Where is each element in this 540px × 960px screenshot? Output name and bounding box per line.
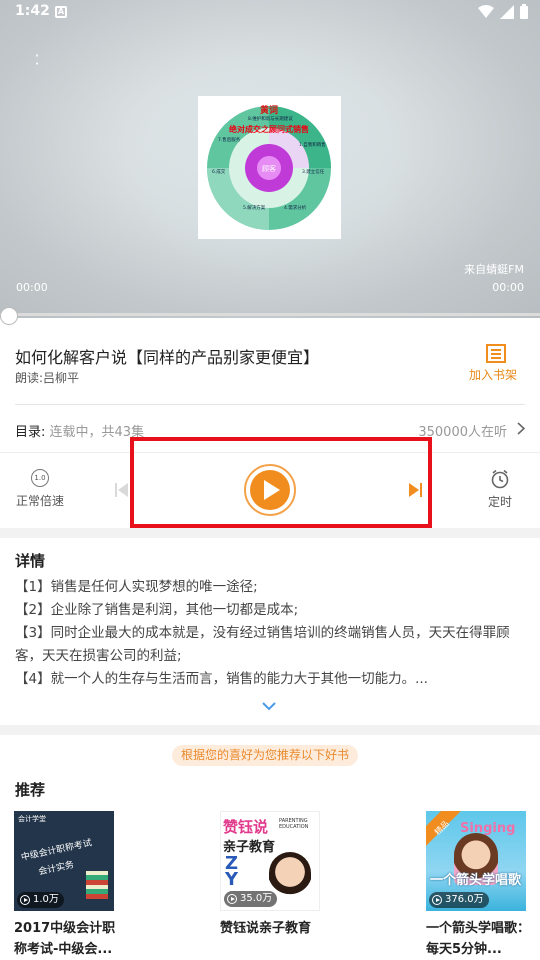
details-line: 【2】企业除了销售是利润，其他一切都是成本; bbox=[15, 602, 299, 618]
section-gap bbox=[0, 725, 540, 735]
cover-title-1: 黄词 bbox=[260, 104, 278, 116]
book-title: 2017中级会计职称考试-中级会... bbox=[14, 921, 116, 957]
play-count-icon bbox=[20, 895, 30, 905]
premium-ribbon: 精品 bbox=[426, 811, 462, 848]
cover-letters: ZY bbox=[225, 853, 239, 890]
play-count: 1.0万 bbox=[33, 894, 59, 905]
cover-decoration bbox=[86, 871, 108, 899]
alarm-clock-icon bbox=[491, 469, 509, 489]
signal-icon bbox=[500, 4, 514, 19]
cover-seg-7: 7.售后服务 bbox=[218, 136, 241, 143]
play-count: 35.0万 bbox=[240, 893, 273, 904]
chevron-down-icon[interactable] bbox=[262, 702, 276, 711]
wifi-icon bbox=[478, 4, 494, 18]
recommended-book[interactable]: 赞钰说 PARENTING EDUCATION 亲子教育 ZY 35.0万 赞钰… bbox=[220, 811, 322, 939]
cover-seg-6: 6.成交 bbox=[212, 168, 226, 175]
play-count-badge: 1.0万 bbox=[17, 892, 64, 908]
cover-text: 赞钰说 bbox=[223, 818, 269, 836]
highlight-box bbox=[130, 437, 432, 528]
cover-art: 顾客 黄词 绝对成交之顾问式销售 8.维护和谐与长期建议 1.自我和销售 3.建… bbox=[207, 104, 331, 230]
book-cover: 精品 Singing 一个箭头学唱歌 376.0万 bbox=[426, 811, 526, 911]
bookshelf-icon bbox=[486, 344, 506, 363]
status-bar: 1:42 A bbox=[0, 0, 540, 26]
cover-seg-5: 5.解决方案 bbox=[243, 204, 266, 211]
timer-label: 定时 bbox=[487, 495, 512, 509]
play-count-badge: 376.0万 bbox=[429, 892, 489, 908]
premium-badge: 精品 bbox=[433, 819, 451, 837]
details-line: 【4】就一个人的生存与生活而言，销售的能力大于其他一切能力。... bbox=[15, 671, 428, 687]
status-time: 1:42 bbox=[15, 3, 50, 19]
divider bbox=[15, 404, 525, 405]
details-line: 【1】销售是任何人实现梦想的唯一途径; bbox=[15, 579, 258, 595]
cover-title-2: 绝对成交之顾问式销售 bbox=[229, 124, 309, 134]
total-time: 00:00 bbox=[492, 281, 524, 294]
play-count: 376.0万 bbox=[445, 894, 484, 905]
seek-thumb[interactable] bbox=[0, 307, 18, 325]
sleep-timer-button[interactable]: 定时 bbox=[480, 469, 520, 510]
album-cover: 顾客 黄词 绝对成交之顾问式销售 8.维护和谐与长期建议 1.自我和销售 3.建… bbox=[198, 96, 341, 239]
cover-center-text: 顾客 bbox=[262, 164, 276, 173]
chevron-right-icon bbox=[517, 422, 525, 435]
cover-seg-2: 1.自我和销售 bbox=[299, 141, 326, 148]
playback-speed-button[interactable]: 1.0 正常倍速 bbox=[16, 469, 64, 509]
status-icons bbox=[478, 4, 528, 19]
book-title: 赞钰说亲子教育 bbox=[220, 921, 312, 936]
previous-track-icon[interactable] bbox=[115, 482, 129, 498]
seek-bar[interactable] bbox=[0, 313, 540, 316]
cover-en: PARENTING EDUCATION bbox=[279, 818, 309, 830]
cover-seg-4: 4.需求分析 bbox=[284, 204, 307, 211]
cover-text: 一个箭头学唱歌 bbox=[430, 873, 522, 888]
speed-label: 正常倍速 bbox=[16, 494, 65, 508]
recommended-book[interactable]: 会计学堂 中级会计职称考试 会计实务 1.0万 2017中级会计职称考试-中级会… bbox=[14, 811, 116, 960]
current-time: 00:00 bbox=[16, 281, 48, 294]
battery-icon bbox=[520, 4, 528, 19]
add-to-shelf-label: 加入书架 bbox=[468, 368, 517, 382]
play-count-icon bbox=[227, 894, 237, 904]
source-label: 来自蜻蜓FM bbox=[464, 263, 524, 276]
play-count-icon bbox=[432, 895, 442, 905]
cover-text: 会计实务 bbox=[37, 860, 75, 878]
recommended-book[interactable]: 精品 Singing 一个箭头学唱歌 376.0万 一个箭头学唱歌：每天5分钟.… bbox=[426, 811, 531, 960]
section-gap bbox=[0, 528, 540, 538]
book-cover: 会计学堂 中级会计职称考试 会计实务 1.0万 bbox=[14, 811, 114, 911]
details-text: 【1】销售是任何人实现梦想的唯一途径; 【2】企业除了销售是利润，其他一切都是成… bbox=[15, 576, 530, 691]
notification-icon: A bbox=[55, 6, 67, 18]
more-menu-icon[interactable]: · · bbox=[34, 48, 40, 72]
book-title: 如何化解客户说【同样的产品别家更便宜】 bbox=[15, 348, 320, 367]
player-header: 1:42 A · · 顾客 黄词 绝对成交之顾问式销售 8.维护和谐与长期建议 1… bbox=[0, 0, 540, 318]
narrator: 朗读:吕柳平 bbox=[15, 371, 80, 385]
play-count-badge: 35.0万 bbox=[224, 891, 278, 907]
details-heading: 详情 bbox=[15, 552, 46, 570]
book-title: 一个箭头学唱歌：每天5分钟... bbox=[426, 921, 531, 957]
recommend-banner: 根据您的喜好为您推荐以下好书 bbox=[172, 745, 359, 766]
toc-label: 目录: bbox=[15, 425, 46, 440]
add-to-shelf-button[interactable]: 加入书架 bbox=[469, 344, 522, 383]
book-cover: 赞钰说 PARENTING EDUCATION 亲子教育 ZY 35.0万 bbox=[220, 811, 320, 911]
cover-brand: 会计学堂 bbox=[18, 815, 46, 823]
cover-seg-1: 8.维护和谐与长期建议 bbox=[248, 115, 293, 122]
details-line: 【3】同时企业最大的成本就是，没有经过销售培训的终端销售人员，天天在得罪顾客，天… bbox=[15, 625, 510, 664]
cover-seg-3: 3.建立信任 bbox=[302, 168, 325, 175]
recommend-heading: 推荐 bbox=[15, 781, 46, 799]
speed-icon: 1.0 bbox=[31, 469, 49, 487]
